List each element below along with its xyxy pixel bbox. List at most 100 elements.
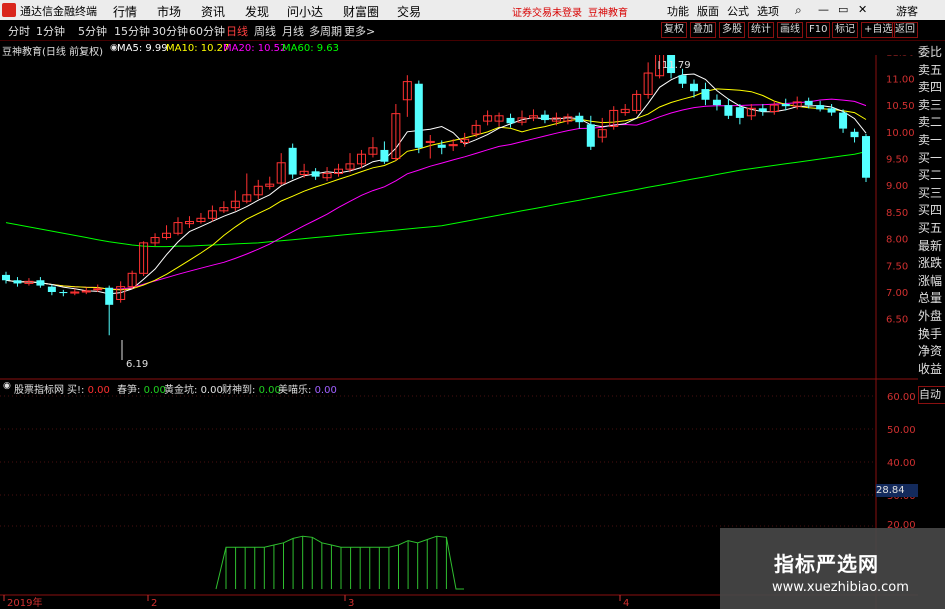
period-toolbar: 分时 1分钟 5分钟 15分钟 30分钟 60分钟 日线 周线 月线 多周期 更…: [0, 20, 945, 41]
candle-body-down: [862, 136, 870, 178]
field-buy: 买!: 0.00: [67, 381, 110, 396]
menu-info[interactable]: 资讯: [201, 3, 225, 20]
side-item-buy2[interactable]: 买二: [918, 167, 945, 185]
login-notice[interactable]: 证券交易未登录: [512, 4, 582, 19]
side-item-sell3[interactable]: 卖三: [918, 97, 945, 115]
side-item-earnings[interactable]: 收益: [918, 361, 945, 379]
menu-options[interactable]: 选项: [757, 3, 779, 19]
app-title: 通达信金融终端: [20, 5, 97, 18]
side-item-sell1[interactable]: 卖一: [918, 132, 945, 150]
side-item-change-pct[interactable]: 涨幅: [918, 273, 945, 291]
candle-body-down: [105, 287, 114, 305]
ma60-path: [5, 151, 867, 248]
side-item-buy3[interactable]: 买三: [918, 185, 945, 203]
tab-monthly[interactable]: 月线: [282, 23, 304, 39]
side-item-change[interactable]: 涨跌: [918, 255, 945, 273]
kline-chart[interactable]: 6.19 11.79 11.50 11.00 10.50 10.00 9.50 9.00 8…: [0, 55, 918, 609]
candle-body-down: [839, 112, 848, 129]
restore-icon[interactable]: ▭: [838, 3, 848, 16]
candle-body-down: [36, 280, 45, 286]
app-logo-icon: [2, 3, 16, 17]
side-item-sell4[interactable]: 卖四: [918, 79, 945, 97]
indicator-name[interactable]: 股票指标网: [14, 381, 64, 396]
tab-5min[interactable]: 5分钟: [78, 23, 107, 39]
candle-body-down: [311, 171, 320, 177]
search-icon[interactable]: ⌕: [795, 3, 802, 18]
side-item-volume[interactable]: 总量: [918, 290, 945, 308]
price-tick: 10.00: [886, 128, 915, 139]
side-item-buy4[interactable]: 买四: [918, 202, 945, 220]
side-item-turnover[interactable]: 换手: [918, 326, 945, 344]
candle-body-down: [712, 99, 721, 106]
field-spring-label: 春笋:: [117, 385, 144, 396]
auto-button[interactable]: 自动: [918, 386, 945, 404]
watermark-url: www.xuezhibiao.com: [772, 580, 909, 595]
field-caishen: 财神到: 0.00: [222, 381, 281, 396]
side-item-latest[interactable]: 最新: [918, 238, 945, 256]
menu-market[interactable]: 市场: [157, 3, 181, 20]
indicator-grid: [0, 395, 876, 527]
side-item-buy5[interactable]: 买五: [918, 220, 945, 238]
indicator-settings-icon[interactable]: ◉: [3, 381, 11, 391]
menu-ask[interactable]: 问小达: [287, 3, 323, 20]
price-tick: 11.00: [886, 74, 915, 85]
stats-button[interactable]: 统计: [748, 22, 774, 38]
tab-30min[interactable]: 30分钟: [152, 23, 188, 39]
side-item-buy1[interactable]: 买一: [918, 150, 945, 168]
candle-body-down: [724, 105, 733, 116]
mark-button[interactable]: 标记: [832, 22, 858, 38]
tab-more[interactable]: 更多>: [344, 23, 375, 39]
menu-quotes[interactable]: 行情: [113, 3, 137, 20]
tab-weekly[interactable]: 周线: [254, 23, 276, 39]
field-meimiao-label: 美喵乐:: [278, 385, 315, 396]
field-gold-pit-value: 0.00: [200, 385, 223, 396]
date-tick: 2: [151, 598, 157, 609]
tab-15min[interactable]: 15分钟: [114, 23, 150, 39]
side-item-weibi[interactable]: 委比: [918, 44, 945, 62]
tab-1min[interactable]: 1分钟: [36, 23, 65, 39]
multi-stock-button[interactable]: 多股: [719, 22, 745, 38]
candle-body-down: [437, 144, 446, 148]
side-item-outer[interactable]: 外盘: [918, 308, 945, 326]
tab-60min[interactable]: 60分钟: [189, 23, 225, 39]
add-watchlist-button[interactable]: +自选: [861, 22, 896, 38]
side-item-net-assets[interactable]: 净资: [918, 343, 945, 361]
price-tick: 10.50: [886, 101, 915, 112]
minimize-icon[interactable]: —: [818, 3, 829, 16]
tab-daily[interactable]: 日线: [226, 23, 248, 39]
candle-body-down: [540, 114, 549, 121]
menu-function[interactable]: 功能: [667, 3, 689, 19]
candle-body-down: [850, 131, 859, 138]
tab-intraday[interactable]: 分时: [8, 23, 30, 39]
ma10-label: MA10: 10.27: [166, 43, 230, 54]
price-tick: 7.50: [886, 261, 908, 272]
field-meimiao-value: 0.00: [314, 385, 337, 396]
side-item-sell2[interactable]: 卖二: [918, 114, 945, 132]
side-item-sell5[interactable]: 卖五: [918, 62, 945, 80]
adjust-button[interactable]: 复权: [661, 22, 687, 38]
ma10-line: [5, 88, 867, 291]
overlay-button[interactable]: 叠加: [690, 22, 716, 38]
candle-body-down: [13, 280, 22, 284]
menu-trade[interactable]: 交易: [397, 3, 421, 20]
user-label[interactable]: 游客: [896, 3, 918, 19]
candle-body-down: [59, 292, 68, 294]
ma5-path: [5, 73, 867, 295]
date-axis: 2019年 2 3 4: [3, 595, 629, 609]
menu-formula[interactable]: 公式: [727, 3, 749, 19]
menu-discover[interactable]: 发现: [245, 3, 269, 20]
menu-wealth[interactable]: 财富圈: [343, 3, 379, 20]
back-button[interactable]: 返回: [892, 22, 918, 38]
ma5-line: [5, 73, 867, 295]
close-icon[interactable]: ✕: [858, 3, 867, 16]
field-spring-value: 0.00: [143, 385, 166, 396]
candle-body-down: [506, 117, 515, 124]
draw-button[interactable]: 画线: [777, 22, 803, 38]
price-tick: 11.50: [886, 55, 915, 59]
watermark-title: 指标严选网: [774, 552, 879, 576]
high-annotation: 11.79: [662, 60, 691, 71]
menu-layout[interactable]: 版面: [697, 3, 719, 19]
tab-multi-period[interactable]: 多周期: [309, 23, 342, 39]
f10-button[interactable]: F10: [806, 22, 831, 38]
field-gold-pit: 黄金坑: 0.00: [164, 381, 223, 396]
